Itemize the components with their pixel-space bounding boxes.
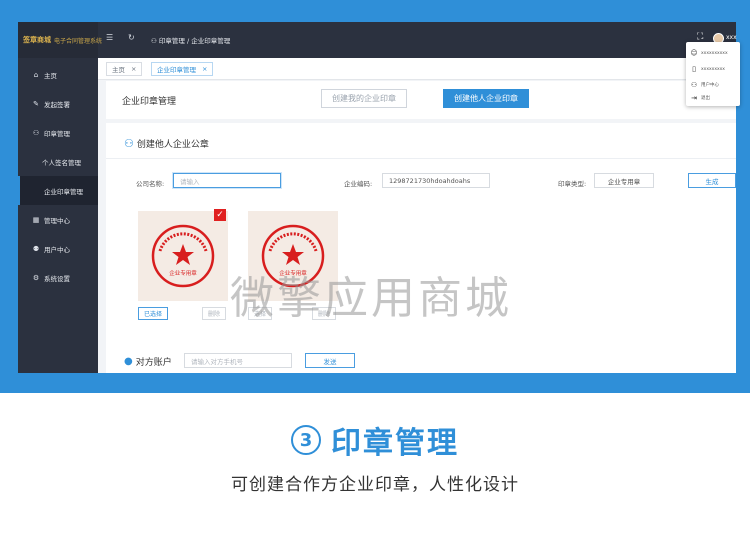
seal-card[interactable]: 企业专用章 [138, 211, 228, 301]
seal-select-button[interactable]: 已选择 [138, 307, 168, 320]
home-icon: ⌂ [33, 70, 39, 79]
tab-label: 主页 [112, 66, 125, 74]
sidebar-item-label: 印章管理 [44, 129, 70, 138]
tab-company-seal[interactable]: 企业印章管理 × [151, 62, 214, 76]
sidebar: ⌂ 主页 ✎ 发起签署 ⚇ 印章管理 个人签名管理 企业印章管理 ▦ 管理中心 … [18, 58, 98, 373]
grid-icon: ▦ [32, 215, 40, 224]
user-dropdown: ☺ xxxxxxxxxx ▯ xxxxxxxxx ⚇ 用户中心 ⇥ 退出 [686, 42, 740, 106]
header-card: 企业印章管理 创建我的企业印章 创建他人企业印章 [106, 81, 736, 119]
seal-text: 企业专用章 [169, 269, 197, 277]
tab-bar: 主页 × 企业印章管理 × [98, 58, 736, 80]
checkmark-icon: ✓ [214, 209, 226, 221]
users-icon: ⚉ [32, 244, 40, 253]
dropdown-item[interactable]: ▯ xxxxxxxxx [690, 62, 738, 76]
sidebar-item-label: 发起签署 [44, 100, 70, 109]
feature-subtitle: 可创建合作方企业印章，人性化设计 [231, 475, 519, 495]
company-name-placeholder: 请输入 [180, 177, 200, 186]
sidebar-item-management-center[interactable]: ▦ 管理中心 [18, 205, 98, 234]
logo: 签章商城 电子合同管理系统 [18, 22, 102, 58]
company-code-value: 1298721730hdoahdoahs [389, 176, 471, 185]
sidebar-item-label: 个人签名管理 [42, 158, 81, 167]
user-icon: ⚇ [32, 128, 40, 137]
breadcrumb: ⚇ 印章管理 / 企业印章管理 [151, 35, 230, 45]
logo-mark: 签章商城 [23, 36, 51, 44]
app-screenshot: 签章商城 电子合同管理系统 ☰ ↻ ⚇ 印章管理 / 企业印章管理 ⌂ 主页 ✎… [18, 22, 736, 373]
user-center-icon: ⚇ [690, 81, 698, 89]
page-title: 企业印章管理 [122, 97, 177, 107]
close-icon[interactable]: × [131, 65, 136, 73]
counterparty-label: 对方账户 [135, 358, 172, 368]
counterparty-phone-input[interactable]: 请输入对方手机号 [184, 353, 292, 368]
company-seal-image: 企业专用章 [151, 224, 215, 288]
user-label[interactable]: xxx [726, 34, 737, 41]
counterparty-placeholder: 请输入对方手机号 [191, 357, 243, 366]
sidebar-item-label: 企业印章管理 [44, 187, 83, 196]
sidebar-item-label: 用户中心 [44, 245, 70, 254]
refresh-icon[interactable]: ↻ [128, 33, 135, 42]
sidebar-item-label: 管理中心 [44, 216, 70, 225]
send-button[interactable]: 发送 [305, 353, 355, 368]
create-others-seal-button[interactable]: 创建他人企业印章 [443, 89, 529, 108]
menu-icon[interactable]: ☰ [106, 33, 113, 42]
breadcrumb-text: 印章管理 / 企业印章管理 [158, 37, 231, 45]
divider [106, 158, 736, 159]
sidebar-item-home[interactable]: ⌂ 主页 [18, 60, 98, 89]
seal-type-select[interactable]: 企业专用章 [594, 173, 654, 188]
close-icon[interactable]: × [202, 65, 207, 73]
chat-icon: ● [124, 356, 133, 367]
breadcrumb-user-icon: ⚇ [151, 37, 159, 45]
sidebar-item-initiate-sign[interactable]: ✎ 发起签署 [18, 89, 98, 118]
fullscreen-icon[interactable]: ⛶ [697, 32, 703, 42]
dropdown-label: 退出 [701, 96, 710, 101]
edit-icon: ✎ [33, 99, 39, 108]
create-my-seal-button[interactable]: 创建我的企业印章 [321, 89, 407, 108]
dropdown-item[interactable]: ⚇ 用户中心 [690, 78, 738, 92]
generate-button[interactable]: 生成 [688, 173, 736, 188]
logout-icon: ⇥ [691, 94, 697, 102]
company-code-input[interactable]: 1298721730hdoahdoahs [382, 173, 490, 188]
gear-icon: ⚙ [32, 273, 40, 282]
seal-type-label: 印章类型: [558, 180, 587, 188]
watermark: 微擎应用商城 [230, 273, 512, 324]
user-add-icon: ⚇ [124, 137, 134, 150]
feature-number: 3 [291, 425, 321, 455]
dropdown-label: 用户中心 [701, 83, 719, 88]
seal-type-value: 企业专用章 [607, 177, 641, 186]
dropdown-item[interactable]: ☺ xxxxxxxxxx [690, 46, 738, 60]
company-code-label: 企业编码: [344, 180, 373, 188]
form-card: ⚇ 创建他人企业公章 公司名称: 请输入 企业编码: 1298721730hdo… [106, 123, 736, 373]
sidebar-item-system-settings[interactable]: ⚙ 系统设置 [18, 263, 98, 292]
logo-text: 电子合同管理系统 [54, 37, 103, 45]
company-name-input[interactable]: 请输入 [173, 173, 281, 188]
feature-title: 3 印章管理 [0, 418, 750, 462]
tab-home[interactable]: 主页 × [106, 62, 143, 76]
section-title-text: 创建他人企业公章 [136, 140, 209, 150]
dropdown-label: xxxxxxxxxx [701, 50, 728, 56]
sidebar-item-user-center[interactable]: ⚉ 用户中心 [18, 234, 98, 263]
feature-title-text: 印章管理 [331, 426, 459, 461]
sidebar-item-label: 系统设置 [44, 274, 70, 283]
sidebar-item-company-seal[interactable]: 企业印章管理 [18, 176, 98, 205]
dropdown-item[interactable]: ⇥ 退出 [690, 91, 738, 105]
counterparty-title: ● 对方账户 [124, 355, 172, 368]
tab-label: 企业印章管理 [157, 66, 196, 74]
seal-delete-button[interactable]: 删除 [202, 307, 226, 320]
phone-icon: ▯ [692, 65, 696, 73]
sidebar-item-seal-management[interactable]: ⚇ 印章管理 [18, 118, 98, 147]
sidebar-item-label: 主页 [44, 71, 57, 80]
user-icon: ☺ [690, 49, 698, 57]
company-name-label: 公司名称: [136, 180, 165, 188]
top-bar: 签章商城 电子合同管理系统 ☰ ↻ ⚇ 印章管理 / 企业印章管理 [18, 22, 736, 58]
section-title: ⚇ 创建他人企业公章 [124, 137, 209, 150]
dropdown-label: xxxxxxxxx [701, 66, 725, 72]
sidebar-item-personal-signature[interactable]: 个人签名管理 [18, 147, 98, 176]
